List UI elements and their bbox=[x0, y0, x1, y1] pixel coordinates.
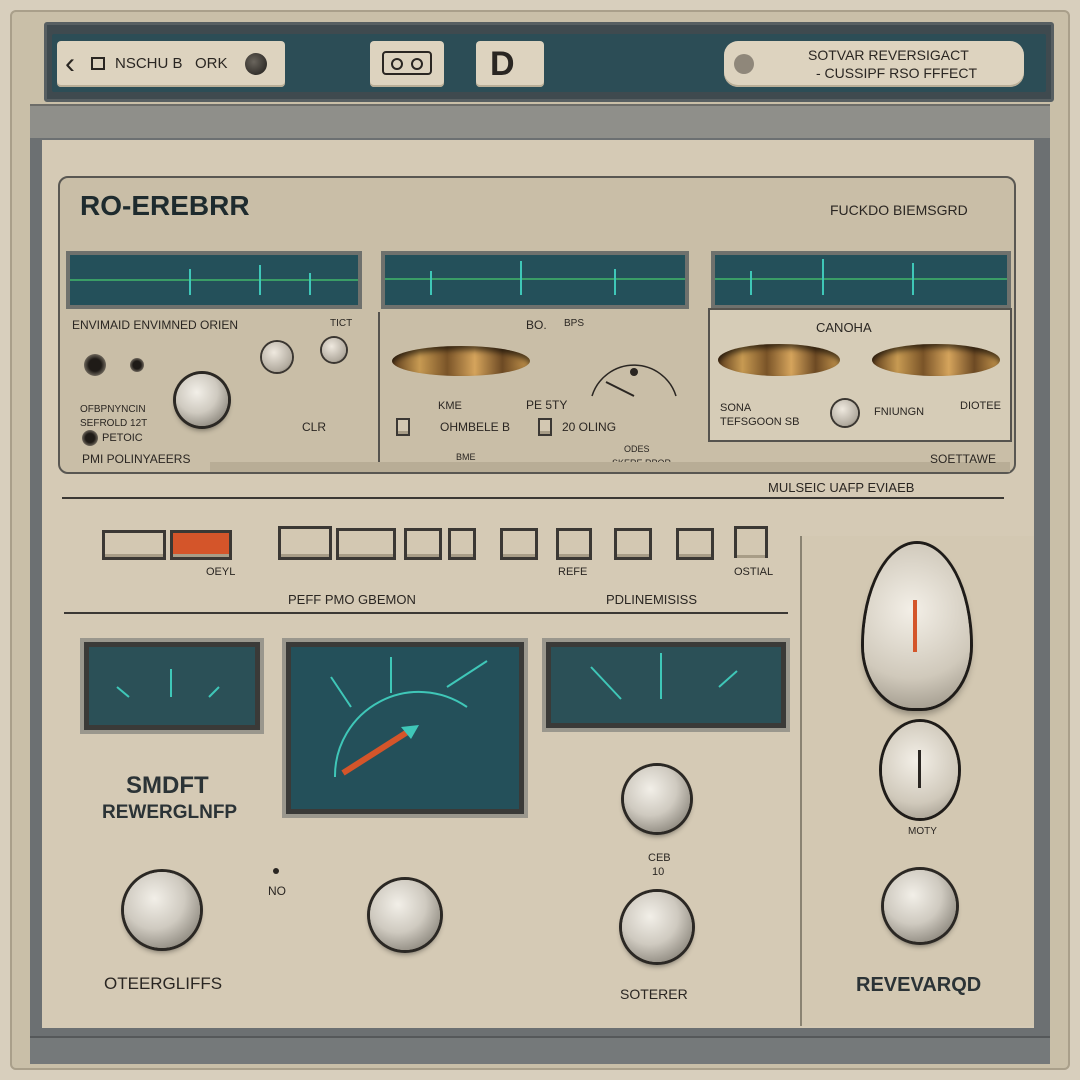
main-knob-1[interactable] bbox=[176, 374, 228, 426]
button-6[interactable] bbox=[500, 528, 538, 560]
knob-1[interactable] bbox=[124, 872, 200, 948]
reverb-knob[interactable] bbox=[884, 870, 956, 942]
group4-label: PDLINEMISISS bbox=[606, 592, 698, 607]
section-2-row2-b: 20 OLING bbox=[562, 420, 617, 434]
knob-3-label: SOTERER bbox=[620, 986, 688, 1002]
section-2-extra-1: BME bbox=[456, 452, 476, 462]
bottom-tag: SOETTAWE bbox=[930, 452, 996, 466]
section-3-left2: TEFSGOON SB bbox=[720, 416, 800, 428]
reverb-knob-label: REVEVARQD bbox=[856, 974, 982, 996]
no-label: NO bbox=[268, 884, 286, 898]
rail bbox=[210, 462, 1010, 472]
clr-label: CLR bbox=[302, 420, 327, 434]
main-vu-meter bbox=[282, 638, 528, 818]
button-7[interactable] bbox=[556, 528, 592, 560]
back-chevron-icon[interactable]: ‹ bbox=[65, 47, 75, 81]
section-3-mid: FNIUNGN bbox=[874, 406, 925, 418]
strip-label: MULSEIC UAFP EVIAEB bbox=[768, 480, 915, 495]
section-3-left: SONA bbox=[720, 402, 752, 414]
small-knob-b[interactable] bbox=[322, 338, 346, 362]
title-pill: SOTVAR REVERSIGACT - CUSSIPF RSO FFFECT bbox=[724, 41, 1024, 87]
section-1-footer: PMI POLINYAEERS bbox=[82, 452, 191, 466]
toggle-indicator bbox=[918, 750, 921, 788]
group1-label: OEYL bbox=[206, 566, 236, 578]
section-1: ENVIMAID ENVIMNED ORIEN TICT OFBPNYNCIN … bbox=[68, 312, 368, 466]
reverb-brand: FUCKDO BIEMSGRD bbox=[830, 202, 968, 218]
knob-1-label: OTEERGLIFFS bbox=[104, 974, 223, 993]
title-line1: SOTVAR REVERSIGACT bbox=[808, 47, 969, 63]
section-1-label: ENVIMAID ENVIMNED ORIEN bbox=[72, 318, 239, 332]
section-2: BO. BPS KME PE 5TY OHMBELE B 20 OLING BM… bbox=[378, 312, 696, 468]
d-logo: D bbox=[490, 45, 515, 83]
section-2-label-right: BPS bbox=[564, 318, 585, 329]
button-1[interactable] bbox=[102, 530, 166, 560]
left-title-2: REWERGLNFP bbox=[102, 802, 238, 823]
knob-3[interactable] bbox=[622, 892, 692, 962]
small-knob-a[interactable] bbox=[262, 342, 292, 372]
section-2-row2-a: OHMBELE B bbox=[440, 420, 511, 434]
knob-upper-right[interactable] bbox=[624, 766, 690, 832]
divider-1 bbox=[62, 497, 1004, 499]
speaker-grille-2 bbox=[718, 344, 840, 376]
button-4[interactable] bbox=[404, 528, 442, 560]
section-2-label-left: BO. bbox=[526, 318, 547, 332]
group5-label: OSTIAL bbox=[734, 566, 774, 578]
small-knob-c[interactable] bbox=[832, 400, 858, 426]
bottom-rail bbox=[30, 1036, 1050, 1064]
d-button[interactable]: D bbox=[476, 41, 544, 87]
jack-c[interactable] bbox=[82, 430, 98, 446]
small-toggle-knob[interactable] bbox=[882, 722, 958, 818]
section-2-extra-2: ODES bbox=[624, 444, 650, 454]
group3-label: REFE bbox=[558, 566, 588, 578]
checkbox-icon[interactable] bbox=[91, 57, 105, 70]
section-2-row1-a: KME bbox=[438, 400, 462, 412]
section-1-line-1: OFBPNYNCIN bbox=[80, 404, 146, 415]
switch-a[interactable] bbox=[396, 418, 410, 436]
switch-b[interactable] bbox=[538, 418, 552, 436]
speaker-grille-1 bbox=[392, 346, 530, 376]
indicator-icon bbox=[734, 54, 754, 74]
section-1-line-3: PETOIC bbox=[102, 432, 143, 444]
nav-sub: ORK bbox=[195, 55, 228, 72]
input-jack[interactable] bbox=[84, 354, 106, 376]
speaker-grille-3 bbox=[872, 344, 1000, 376]
button-3[interactable] bbox=[336, 528, 396, 560]
button-9[interactable] bbox=[676, 528, 714, 560]
button-10[interactable] bbox=[734, 526, 768, 558]
cassette-icon bbox=[382, 51, 432, 75]
logo-pill[interactable] bbox=[370, 41, 444, 87]
dot bbox=[273, 868, 279, 874]
button-2[interactable] bbox=[278, 526, 332, 560]
button-5[interactable] bbox=[448, 528, 476, 560]
knob-indicator bbox=[913, 600, 917, 652]
meter-right bbox=[542, 638, 790, 732]
section-1-tag: TICT bbox=[330, 318, 353, 329]
left-title-1: SMDFT bbox=[126, 772, 209, 799]
small-jack[interactable] bbox=[130, 358, 144, 372]
section-2-row1-b: PE 5TY bbox=[526, 398, 568, 412]
reverb-title: RO-EREBRR bbox=[80, 190, 250, 221]
separator-band bbox=[30, 104, 1050, 140]
nav-pill[interactable]: ‹ NSCHU B ORK bbox=[57, 41, 285, 87]
knob-3-top-2: 10 bbox=[652, 866, 665, 878]
meter-left bbox=[80, 638, 264, 734]
knob-2[interactable] bbox=[370, 880, 440, 950]
scope-screen-1 bbox=[66, 251, 362, 309]
scope-screen-2 bbox=[381, 251, 689, 309]
section-3: CANOHA SONA TEFSGOON SB FNIUNGN DIOTEE bbox=[708, 308, 1012, 442]
knob-3-top: CEB bbox=[648, 852, 671, 864]
nav-label: NSCHU B bbox=[115, 55, 183, 72]
group2-label: PEFF PMO GBEMON bbox=[288, 592, 416, 607]
section-1-line-2: SEFROLD 12T bbox=[80, 418, 148, 429]
right-small-label: MOTY bbox=[908, 826, 937, 837]
gauge-icon bbox=[591, 364, 677, 397]
button-active[interactable] bbox=[170, 530, 232, 560]
scope-screen-3 bbox=[711, 251, 1011, 309]
button-8[interactable] bbox=[614, 528, 652, 560]
divider-2 bbox=[64, 612, 788, 614]
title-line2: - CUSSIPF RSO FFFECT bbox=[816, 65, 977, 81]
section-3-right: DIOTEE bbox=[960, 400, 1001, 412]
section-3-label: CANOHA bbox=[816, 320, 872, 335]
knob-icon[interactable] bbox=[245, 53, 267, 75]
